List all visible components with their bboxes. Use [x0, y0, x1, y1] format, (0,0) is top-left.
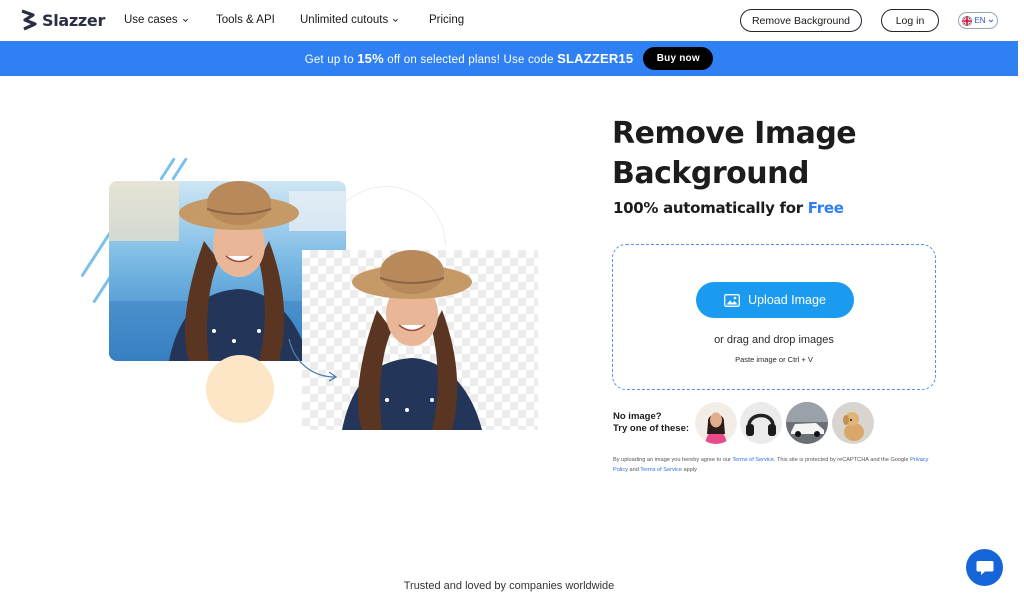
arrow-icon [288, 338, 338, 382]
subtitle: 100% automatically for Free [613, 199, 844, 217]
page-title-line2: Background [612, 156, 809, 191]
upload-image-label: Upload Image [748, 293, 826, 307]
no-image-line1: No image? [613, 411, 662, 422]
car-sample-thumbnail [786, 402, 828, 444]
language-label: EN [974, 16, 986, 25]
login-button[interactable]: Log in [881, 9, 939, 32]
chevron-down-icon [182, 18, 188, 22]
sample-dog[interactable] [832, 402, 874, 444]
legal-text: By uploading an image you hereby agree t… [613, 456, 943, 475]
legal-t1: By uploading an image you hereby agree t… [613, 457, 731, 463]
image-icon [724, 293, 741, 307]
upload-image-button[interactable]: Upload Image [696, 282, 854, 318]
nav-unlimited-cutouts[interactable]: Unlimited cutouts [300, 14, 429, 26]
slazzer-logo-icon [21, 9, 37, 31]
legal-t2: . This site is protected by reCAPTCHA an… [773, 457, 909, 463]
dog-sample-thumbnail [832, 402, 874, 444]
drag-drop-text: or drag and drop images [714, 334, 834, 346]
buy-now-button[interactable]: Buy now [643, 47, 714, 70]
page-title-line1: Remove Image [612, 116, 857, 151]
promo-banner: Get up to 15% off on selected plans! Use… [0, 41, 1018, 76]
woman-sample-thumbnail [695, 402, 737, 444]
logo[interactable]: Slazzer [20, 9, 105, 31]
promo-discount: 15% [357, 51, 384, 66]
promo-code: SLAZZER15 [557, 51, 634, 66]
trusted-heading: Trusted and loved by companies worldwide [403, 580, 615, 592]
promo-text: Get up to 15% off on selected plans! Use… [305, 51, 634, 66]
main-nav: Use cases Tools & API Unlimited cutouts … [124, 14, 464, 26]
nav-use-cases[interactable]: Use cases [124, 14, 216, 26]
uk-flag-icon [962, 15, 973, 26]
nav-unlimited-cutouts-label: Unlimited cutouts [300, 14, 389, 26]
upload-dropzone[interactable]: Upload Image or drag and drop images Pas… [612, 244, 936, 390]
remove-background-button[interactable]: Remove Background [740, 9, 862, 32]
nav-tools-api[interactable]: Tools & API [216, 14, 300, 26]
promo-text-middle: off on selected plans! Use code [387, 54, 554, 66]
hero-illustration [80, 150, 550, 440]
logo-text: Slazzer [42, 10, 106, 30]
legal-t4: apply [683, 466, 697, 473]
chat-button[interactable] [966, 549, 1003, 586]
no-image-label: No image? Try one of these: [613, 411, 689, 435]
sample-car[interactable] [786, 402, 828, 444]
terms-link-2[interactable]: Terms of Service [640, 467, 682, 473]
chat-icon [976, 560, 993, 575]
top-navbar: Slazzer Use cases Tools & API Unlimited … [0, 0, 1018, 41]
sample-woman[interactable] [695, 402, 737, 444]
chevron-down-icon [393, 18, 399, 22]
page-title: Remove Image Background [612, 114, 857, 194]
no-image-line2: Try one of these: [613, 423, 690, 434]
chevron-down-icon [988, 19, 993, 22]
sample-headphones[interactable] [740, 402, 782, 444]
subtitle-highlight: Free [807, 199, 844, 217]
decor-peach-circle [206, 355, 274, 423]
subtitle-prefix: 100% automatically for [613, 199, 803, 217]
promo-text-before: Get up to [304, 54, 354, 66]
nav-pricing[interactable]: Pricing [429, 14, 464, 26]
nav-pricing-label: Pricing [429, 14, 465, 26]
language-selector[interactable]: EN [958, 12, 998, 29]
terms-link[interactable]: Terms of Service [732, 457, 774, 463]
nav-use-cases-label: Use cases [124, 14, 178, 26]
nav-tools-api-label: Tools & API [216, 14, 275, 26]
legal-t3: and [629, 466, 639, 473]
headphones-sample-thumbnail [740, 402, 782, 444]
paste-hint: Paste image or Ctrl + V [735, 355, 813, 364]
